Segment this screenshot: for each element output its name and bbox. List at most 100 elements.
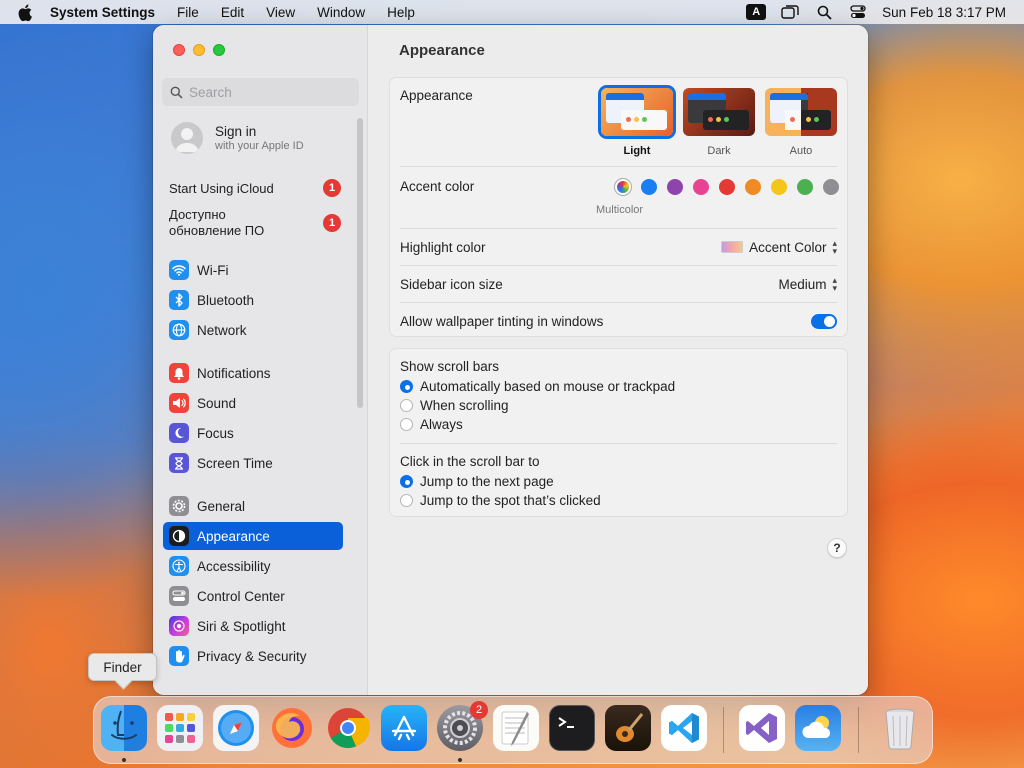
accent-graphite-swatch[interactable] [823, 179, 839, 195]
click-scroll-option-next-page[interactable]: Jump to the next page [400, 474, 554, 489]
scroll-bars-option-auto[interactable]: Automatically based on mouse or trackpad [400, 379, 675, 394]
apple-id-signin[interactable]: Sign in with your Apple ID [171, 122, 304, 154]
moon-icon [169, 423, 189, 443]
sidebar-icon-size-popup[interactable]: Medium ▴ ▾ [778, 275, 837, 293]
search-field[interactable] [162, 78, 359, 106]
search-input[interactable] [189, 84, 349, 100]
close-button[interactable] [173, 44, 185, 56]
accent-multicolor-swatch[interactable] [615, 179, 631, 195]
dock-firefox[interactable] [269, 705, 315, 751]
accent-yellow-swatch[interactable] [771, 179, 787, 195]
click-scroll-option-spot[interactable]: Jump to the spot that’s clicked [400, 493, 601, 508]
accent-pink-swatch[interactable] [693, 179, 709, 195]
sidebar-item-control-center[interactable]: Control Center [163, 582, 343, 610]
accent-color-swatches [615, 179, 839, 195]
radio-button[interactable] [400, 475, 413, 488]
sidebar-item-wifi[interactable]: Wi-Fi [163, 256, 343, 284]
help-menu[interactable]: Help [387, 5, 415, 20]
appearance-dark-option[interactable]: Dark [683, 88, 755, 157]
gear-icon [169, 496, 189, 516]
sidebar-scrollbar[interactable] [357, 118, 363, 408]
dock-chrome[interactable] [325, 705, 371, 751]
notice-badge: 1 [323, 214, 341, 232]
minimize-button[interactable] [193, 44, 205, 56]
dock-safari[interactable] [213, 705, 259, 751]
wallpaper-tinting-toggle[interactable] [811, 313, 837, 329]
sidebar-item-siri-spotlight[interactable]: Siri & Spotlight [163, 612, 343, 640]
accent-purple-swatch[interactable] [667, 179, 683, 195]
safari-icon [218, 710, 254, 746]
radio-button[interactable] [400, 380, 413, 393]
spotlight-search-icon[interactable] [814, 4, 834, 20]
speaker-icon [169, 393, 189, 413]
dock-trash[interactable] [877, 705, 923, 751]
appearance-dark-label: Dark [707, 145, 731, 157]
dock-finder[interactable] [101, 705, 147, 751]
app-name-menu[interactable]: System Settings [50, 5, 155, 20]
dock-garageband[interactable] [605, 705, 651, 751]
chrome-icon [328, 708, 370, 748]
dock-terminal[interactable] [549, 705, 595, 751]
accent-red-swatch[interactable] [719, 179, 735, 195]
dock-vscode[interactable] [661, 705, 707, 751]
apple-menu-icon[interactable] [18, 3, 36, 21]
scroll-bars-option-always[interactable]: Always [400, 417, 463, 432]
sidebar-item-network[interactable]: Network [163, 316, 343, 344]
appearance-light-label: Light [623, 145, 651, 157]
radio-label: Jump to the spot that’s clicked [420, 493, 601, 508]
dock-launchpad[interactable] [157, 705, 203, 751]
sidebar-item-label: Privacy & Security [197, 648, 307, 664]
garageband-icon [616, 713, 644, 742]
notice-icloud[interactable]: Start Using iCloud 1 [169, 179, 341, 197]
radio-button[interactable] [400, 399, 413, 412]
appearance-light-option[interactable]: Light [601, 88, 673, 157]
dock-weather[interactable] [795, 705, 841, 751]
menubar-clock[interactable]: Sun Feb 18 3:17 PM [882, 5, 1006, 20]
weather-icon [802, 716, 831, 738]
sidebar-item-notifications[interactable]: Notifications [163, 359, 343, 387]
menu-bar: System Settings File Edit View Window He… [0, 0, 1024, 24]
scroll-bars-option-scrolling[interactable]: When scrolling [400, 398, 509, 413]
dock-app-store[interactable] [381, 705, 427, 751]
input-source-icon[interactable]: A [746, 4, 767, 20]
radio-button[interactable] [400, 418, 413, 431]
accent-green-swatch[interactable] [797, 179, 813, 195]
sidebar-item-general[interactable]: General [163, 492, 343, 520]
sidebar-item-sound[interactable]: Sound [163, 389, 343, 417]
appearance-options: Light Dark Auto [601, 88, 837, 157]
sidebar-item-focus[interactable]: Focus [163, 419, 343, 447]
edit-menu[interactable]: Edit [221, 5, 244, 20]
window-menu[interactable]: Window [317, 5, 365, 20]
window-manager-icon[interactable] [780, 4, 800, 20]
sidebar-item-bluetooth[interactable]: Bluetooth [163, 286, 343, 314]
appearance-auto-option[interactable]: Auto [765, 88, 837, 157]
zoom-button[interactable] [213, 44, 225, 56]
accent-orange-swatch[interactable] [745, 179, 761, 195]
textedit-icon [501, 711, 529, 746]
siri-icon [169, 616, 189, 636]
control-center-icon[interactable] [848, 4, 868, 20]
sidebar-item-privacy-security[interactable]: Privacy & Security [163, 642, 343, 670]
help-button[interactable]: ? [827, 538, 847, 558]
divider [400, 228, 837, 229]
dock-visual-studio[interactable] [739, 705, 785, 751]
sidebar-item-label: Wi-Fi [197, 262, 229, 278]
accent-blue-swatch[interactable] [641, 179, 657, 195]
file-menu[interactable]: File [177, 5, 199, 20]
chevron-updown-icon: ▴ ▾ [832, 275, 837, 293]
sidebar-item-appearance[interactable]: Appearance [163, 522, 343, 550]
search-icon [170, 86, 183, 99]
chevron-updown-icon: ▴ ▾ [832, 238, 837, 256]
light-mode-thumbnail [601, 88, 673, 136]
signin-title: Sign in [215, 124, 257, 139]
dock-textedit[interactable] [493, 705, 539, 751]
sidebar-item-accessibility[interactable]: Accessibility [163, 552, 343, 580]
view-menu[interactable]: View [266, 5, 295, 20]
radio-button[interactable] [400, 494, 413, 507]
highlight-color-popup[interactable]: Accent Color ▴ ▾ [721, 238, 837, 256]
app-store-icon [391, 715, 417, 741]
sidebar-item-screen-time[interactable]: Screen Time [163, 449, 343, 477]
notice-software-update[interactable]: Доступно обновление ПО 1 [169, 207, 341, 239]
divider [400, 166, 837, 167]
notice-label: Доступно обновление ПО [169, 207, 265, 238]
